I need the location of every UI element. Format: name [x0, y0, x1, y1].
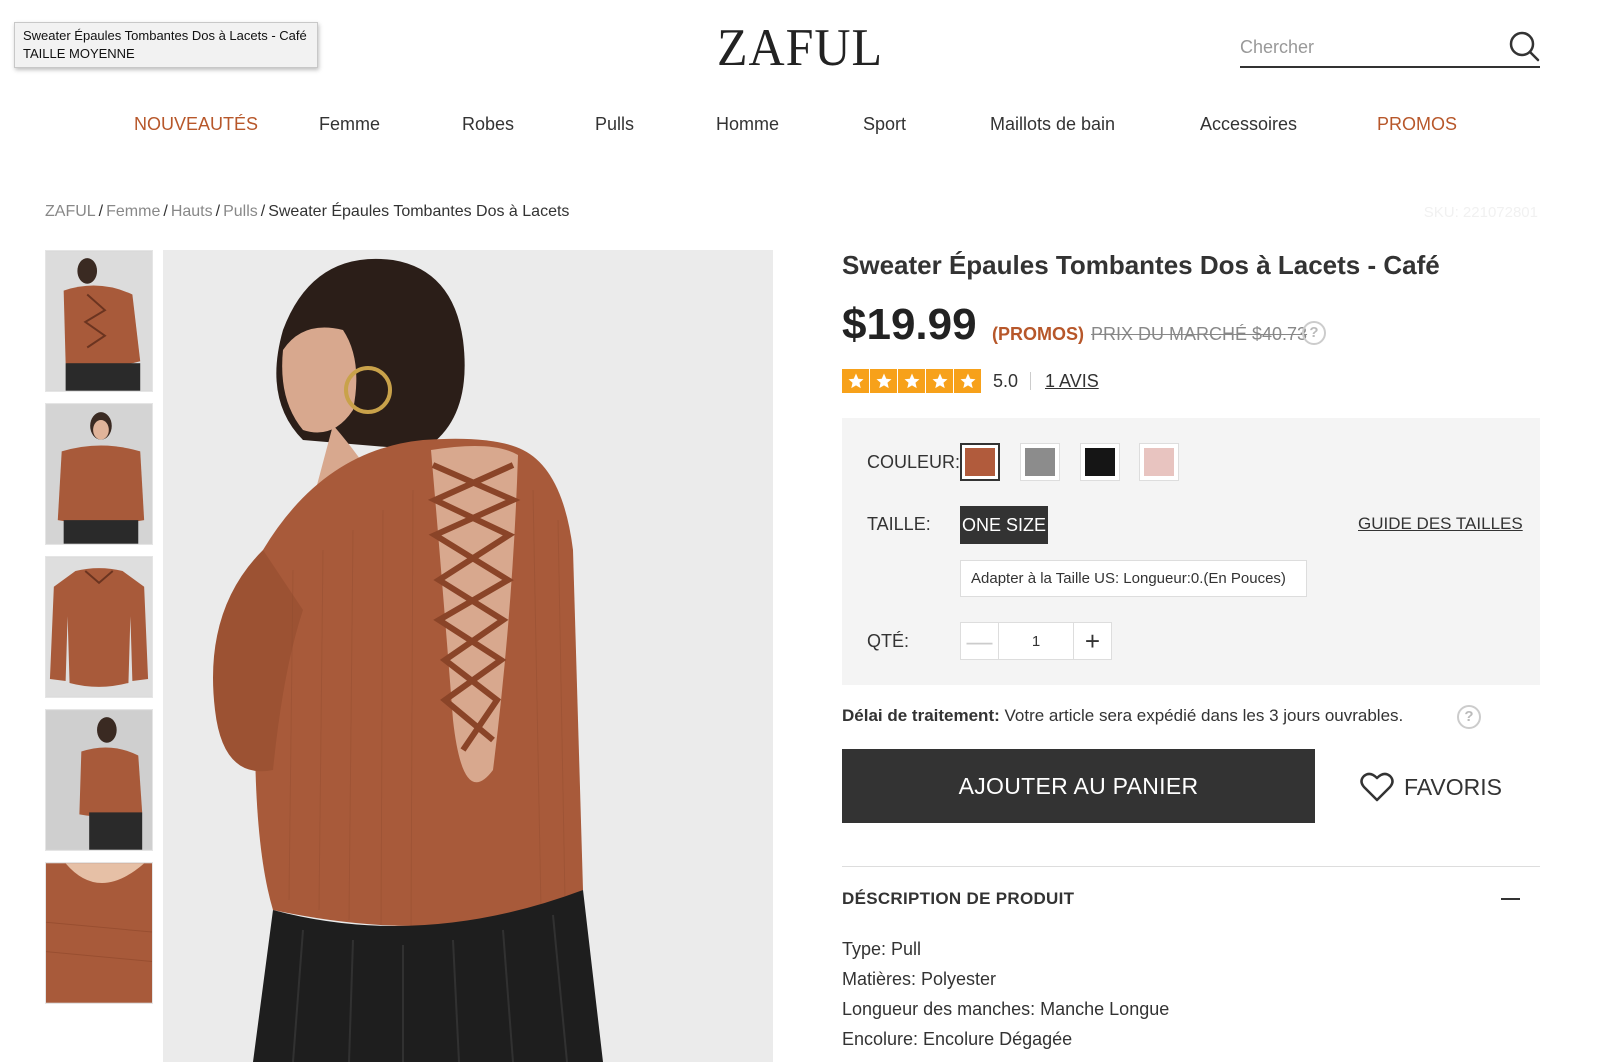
description-list: Type: Pull Matières: Polyester Longueur …: [842, 934, 1169, 1054]
qty-label: QTÉ:: [867, 631, 910, 651]
color-label: COULEUR:: [867, 452, 961, 472]
question-icon[interactable]: ?: [1457, 705, 1481, 729]
thumbnail-front-view-image: [46, 404, 152, 544]
description-item: Encolure: Encolure Dégagée: [842, 1029, 1073, 1049]
thumbnail-closeup-image: [46, 863, 152, 1003]
product-price: $19.99: [842, 300, 977, 349]
breadcrumb: ZAFUL / Femme / Hauts / Pulls / Sweater Épaules …: [45, 203, 569, 221]
promo-label: (PROMOS): [992, 324, 1084, 344]
description-item: Longueur des manches: Manche Longue: [842, 999, 1170, 1019]
favorites-button[interactable]: FAVORIS: [1360, 770, 1502, 804]
add-to-cart-button[interactable]: AJOUTER AU PANIER: [842, 749, 1315, 823]
qty-increase-button[interactable]: +: [1073, 623, 1111, 659]
color-swatch-noir[interactable]: [1080, 443, 1120, 481]
main-nav: NOUVEAUTÉS Femme Robes Pulls Homme Sport…: [0, 114, 1600, 142]
nav-item-promos[interactable]: PROMOS: [1377, 114, 1457, 135]
star-icon: [870, 369, 897, 393]
qty-input[interactable]: [999, 623, 1073, 659]
breadcrumb-femme[interactable]: Femme: [106, 203, 160, 220]
processing-time-text: Votre article sera expédié dans les 3 jo…: [999, 706, 1404, 725]
size-option-one-size[interactable]: ONE SIZE: [960, 506, 1048, 544]
description-item: Matières: Polyester: [842, 969, 997, 989]
favorites-label: FAVORIS: [1404, 773, 1502, 800]
breadcrumb-hauts[interactable]: Hauts: [171, 203, 213, 220]
nav-item-homme[interactable]: Homme: [716, 114, 779, 135]
main-product-image[interactable]: [163, 250, 773, 1062]
size-label: TAILLE:: [867, 514, 931, 534]
breadcrumb-pulls[interactable]: Pulls: [223, 203, 258, 220]
collapse-icon[interactable]: [1501, 898, 1520, 900]
nav-item-femme[interactable]: Femme: [319, 114, 380, 135]
color-swatch-gris[interactable]: [1020, 443, 1060, 481]
thumbnail-4[interactable]: [45, 709, 153, 851]
description-heading[interactable]: DÉSCRIPTION DE PRODUIT: [842, 889, 1074, 909]
search-input[interactable]: [1240, 30, 1500, 64]
search-bar: [1240, 28, 1540, 68]
nav-item-accessoires[interactable]: Accessoires: [1200, 114, 1297, 135]
breadcrumb-current: Sweater Épaules Tombantes Dos à Lacets: [268, 203, 570, 220]
nav-item-pulls[interactable]: Pulls: [595, 114, 634, 135]
thumbnail-back-view-image: [46, 251, 152, 391]
breadcrumb-sep: /: [260, 203, 266, 220]
nav-item-robes[interactable]: Robes: [462, 114, 514, 135]
sku-label: SKU: 221072801: [1423, 204, 1538, 221]
rating-divider: [1030, 372, 1031, 390]
fit-info-box: Adapter à la Taille US: Longueur:0.(En P…: [960, 560, 1307, 597]
star-icon: [842, 369, 869, 393]
breadcrumb-sep: /: [98, 203, 104, 220]
star-icon: [898, 369, 925, 393]
description-item: Type: Pull: [842, 939, 922, 959]
nav-item-nouveautes[interactable]: NOUVEAUTÉS: [134, 114, 258, 135]
thumbnail-3[interactable]: [45, 556, 153, 698]
star-icon: [954, 369, 981, 393]
processing-time-label: Délai de traitement:: [842, 706, 1000, 725]
section-divider: [842, 866, 1540, 867]
nav-item-maillots[interactable]: Maillots de bain: [990, 114, 1115, 135]
reviews-link[interactable]: 1 AVIS: [1045, 371, 1099, 392]
rating-stars: [842, 369, 981, 393]
size-guide-link[interactable]: GUIDE DES TAILLES: [1358, 514, 1523, 534]
thumbnail-5[interactable]: [45, 862, 153, 1004]
product-title: Sweater Épaules Tombantes Dos à Lacets -…: [842, 250, 1440, 280]
breadcrumb-sep: /: [163, 203, 168, 220]
quantity-stepper: — +: [960, 622, 1112, 660]
processing-time: Délai de traitement: Votre article sera …: [842, 706, 1403, 726]
model-sweater-image: [163, 250, 773, 1062]
question-icon[interactable]: ?: [1302, 321, 1326, 345]
star-icon: [926, 369, 953, 393]
breadcrumb-zaful[interactable]: ZAFUL: [45, 203, 96, 220]
logo-text: ZAFUL: [716, 17, 884, 77]
color-swatch-rose[interactable]: [1139, 443, 1179, 481]
search-icon[interactable]: [1508, 30, 1540, 62]
color-swatch-cafe[interactable]: [960, 443, 1000, 481]
nav-item-sport[interactable]: Sport: [863, 114, 906, 135]
breadcrumb-sep: /: [215, 203, 221, 220]
thumbnail-side-view-image: [46, 710, 152, 850]
qty-decrease-button[interactable]: —: [961, 623, 999, 659]
thumbnail-1[interactable]: [45, 250, 153, 392]
rating-value: 5.0: [993, 371, 1019, 391]
thumbnail-flatlay-image: [46, 557, 152, 697]
market-price: PRIX DU MARCHÉ $40.73: [1091, 324, 1308, 344]
thumbnail-2[interactable]: [45, 403, 153, 545]
heart-icon: [1360, 772, 1394, 802]
